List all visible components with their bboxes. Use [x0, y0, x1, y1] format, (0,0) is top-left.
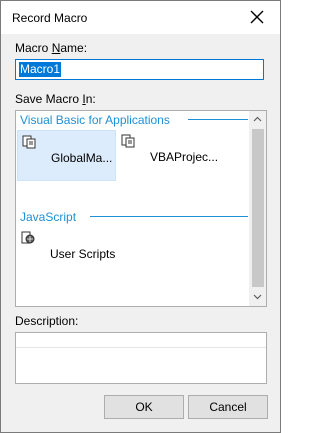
- macro-name-value: Macro1: [19, 62, 62, 77]
- ok-button[interactable]: OK: [104, 395, 184, 419]
- script-icon: [21, 231, 35, 244]
- module-icon: [121, 134, 135, 148]
- item-label: User Scripts: [50, 247, 116, 261]
- vertical-scrollbar[interactable]: [249, 111, 266, 306]
- save-macro-in-label: Save Macro In:: [15, 92, 96, 106]
- group-divider: [188, 119, 248, 120]
- item-label: GlobalMa...: [51, 151, 113, 165]
- group-header-javascript: JavaScript: [20, 210, 77, 224]
- scrollbar-thumb[interactable]: [252, 129, 264, 287]
- group-divider: [90, 216, 248, 217]
- description-toolbar: [16, 333, 266, 348]
- cancel-button[interactable]: Cancel: [188, 395, 268, 419]
- close-button[interactable]: [235, 1, 280, 34]
- list-item-globalmacros[interactable]: GlobalMa...: [17, 130, 116, 181]
- title-bar: Record Macro: [1, 1, 280, 34]
- macro-name-input[interactable]: Macro1: [15, 59, 264, 80]
- macro-name-label: Macro Name:: [15, 41, 88, 55]
- record-macro-dialog: Record Macro Macro Name: Macro1 Save Mac…: [0, 0, 281, 433]
- group-header-vba: Visual Basic for Applications: [20, 113, 170, 127]
- list-item-vbaproject[interactable]: VBAProjec...: [117, 130, 219, 181]
- scroll-up-icon[interactable]: [253, 116, 262, 122]
- save-location-list[interactable]: Visual Basic for Applications GlobalMa..…: [15, 110, 267, 307]
- description-label: Description:: [15, 314, 79, 328]
- item-label: VBAProjec...: [150, 150, 219, 164]
- scroll-down-icon[interactable]: [253, 294, 262, 300]
- module-icon: [22, 135, 36, 149]
- list-item-user-scripts[interactable]: User Scripts: [17, 227, 116, 278]
- description-field[interactable]: [15, 332, 267, 384]
- dialog-title: Record Macro: [12, 11, 88, 25]
- close-icon: [250, 10, 264, 24]
